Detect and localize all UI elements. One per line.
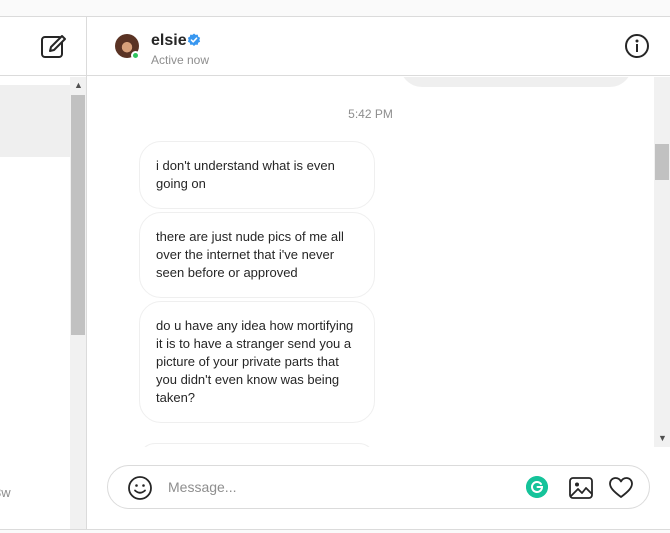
message-bubble-partial xyxy=(139,443,375,447)
conversation-list-header xyxy=(0,17,86,76)
chat-header: elsie Active now xyxy=(87,17,670,76)
emoji-icon[interactable] xyxy=(127,475,153,501)
verified-icon xyxy=(187,33,201,46)
compose-icon[interactable] xyxy=(40,33,68,61)
message-bubble[interactable]: i don't understand what is even going on xyxy=(139,141,375,209)
conversation-list-scrollbar[interactable]: ▲ xyxy=(70,77,86,529)
heart-icon[interactable] xyxy=(608,475,634,501)
message-bubble[interactable]: there are just nude pics of me all over … xyxy=(139,212,375,298)
chat-panel: elsie Active now 5:42 PM i don't underst… xyxy=(87,17,670,529)
online-indicator xyxy=(131,51,140,60)
bottom-strip xyxy=(0,529,670,533)
conversation-time: 3w xyxy=(0,485,11,500)
top-strip xyxy=(0,0,670,17)
conversation-list-panel: 3w ▲ xyxy=(0,17,87,529)
grammarly-icon[interactable] xyxy=(526,476,548,498)
info-icon[interactable] xyxy=(624,33,650,59)
message-input[interactable] xyxy=(168,477,508,497)
message-timestamp: 5:42 PM xyxy=(348,107,393,121)
message-bubble[interactable]: do u have any idea how mortifying it is … xyxy=(139,301,375,423)
message-composer xyxy=(107,465,650,509)
scroll-down-arrow-icon[interactable]: ▼ xyxy=(658,433,667,443)
scroll-up-arrow-icon[interactable]: ▲ xyxy=(74,80,83,90)
conversation-item-selected[interactable] xyxy=(0,85,70,157)
previous-message-bubble xyxy=(400,77,632,87)
username[interactable]: elsie xyxy=(151,32,187,50)
scrollbar-thumb[interactable] xyxy=(71,95,85,335)
photo-icon[interactable] xyxy=(568,475,594,501)
scrollbar-thumb[interactable] xyxy=(655,144,669,180)
message-thread[interactable]: 5:42 PM i don't understand what is even … xyxy=(87,77,654,447)
active-status: Active now xyxy=(151,53,210,67)
chat-scrollbar[interactable]: ▼ xyxy=(654,77,670,447)
